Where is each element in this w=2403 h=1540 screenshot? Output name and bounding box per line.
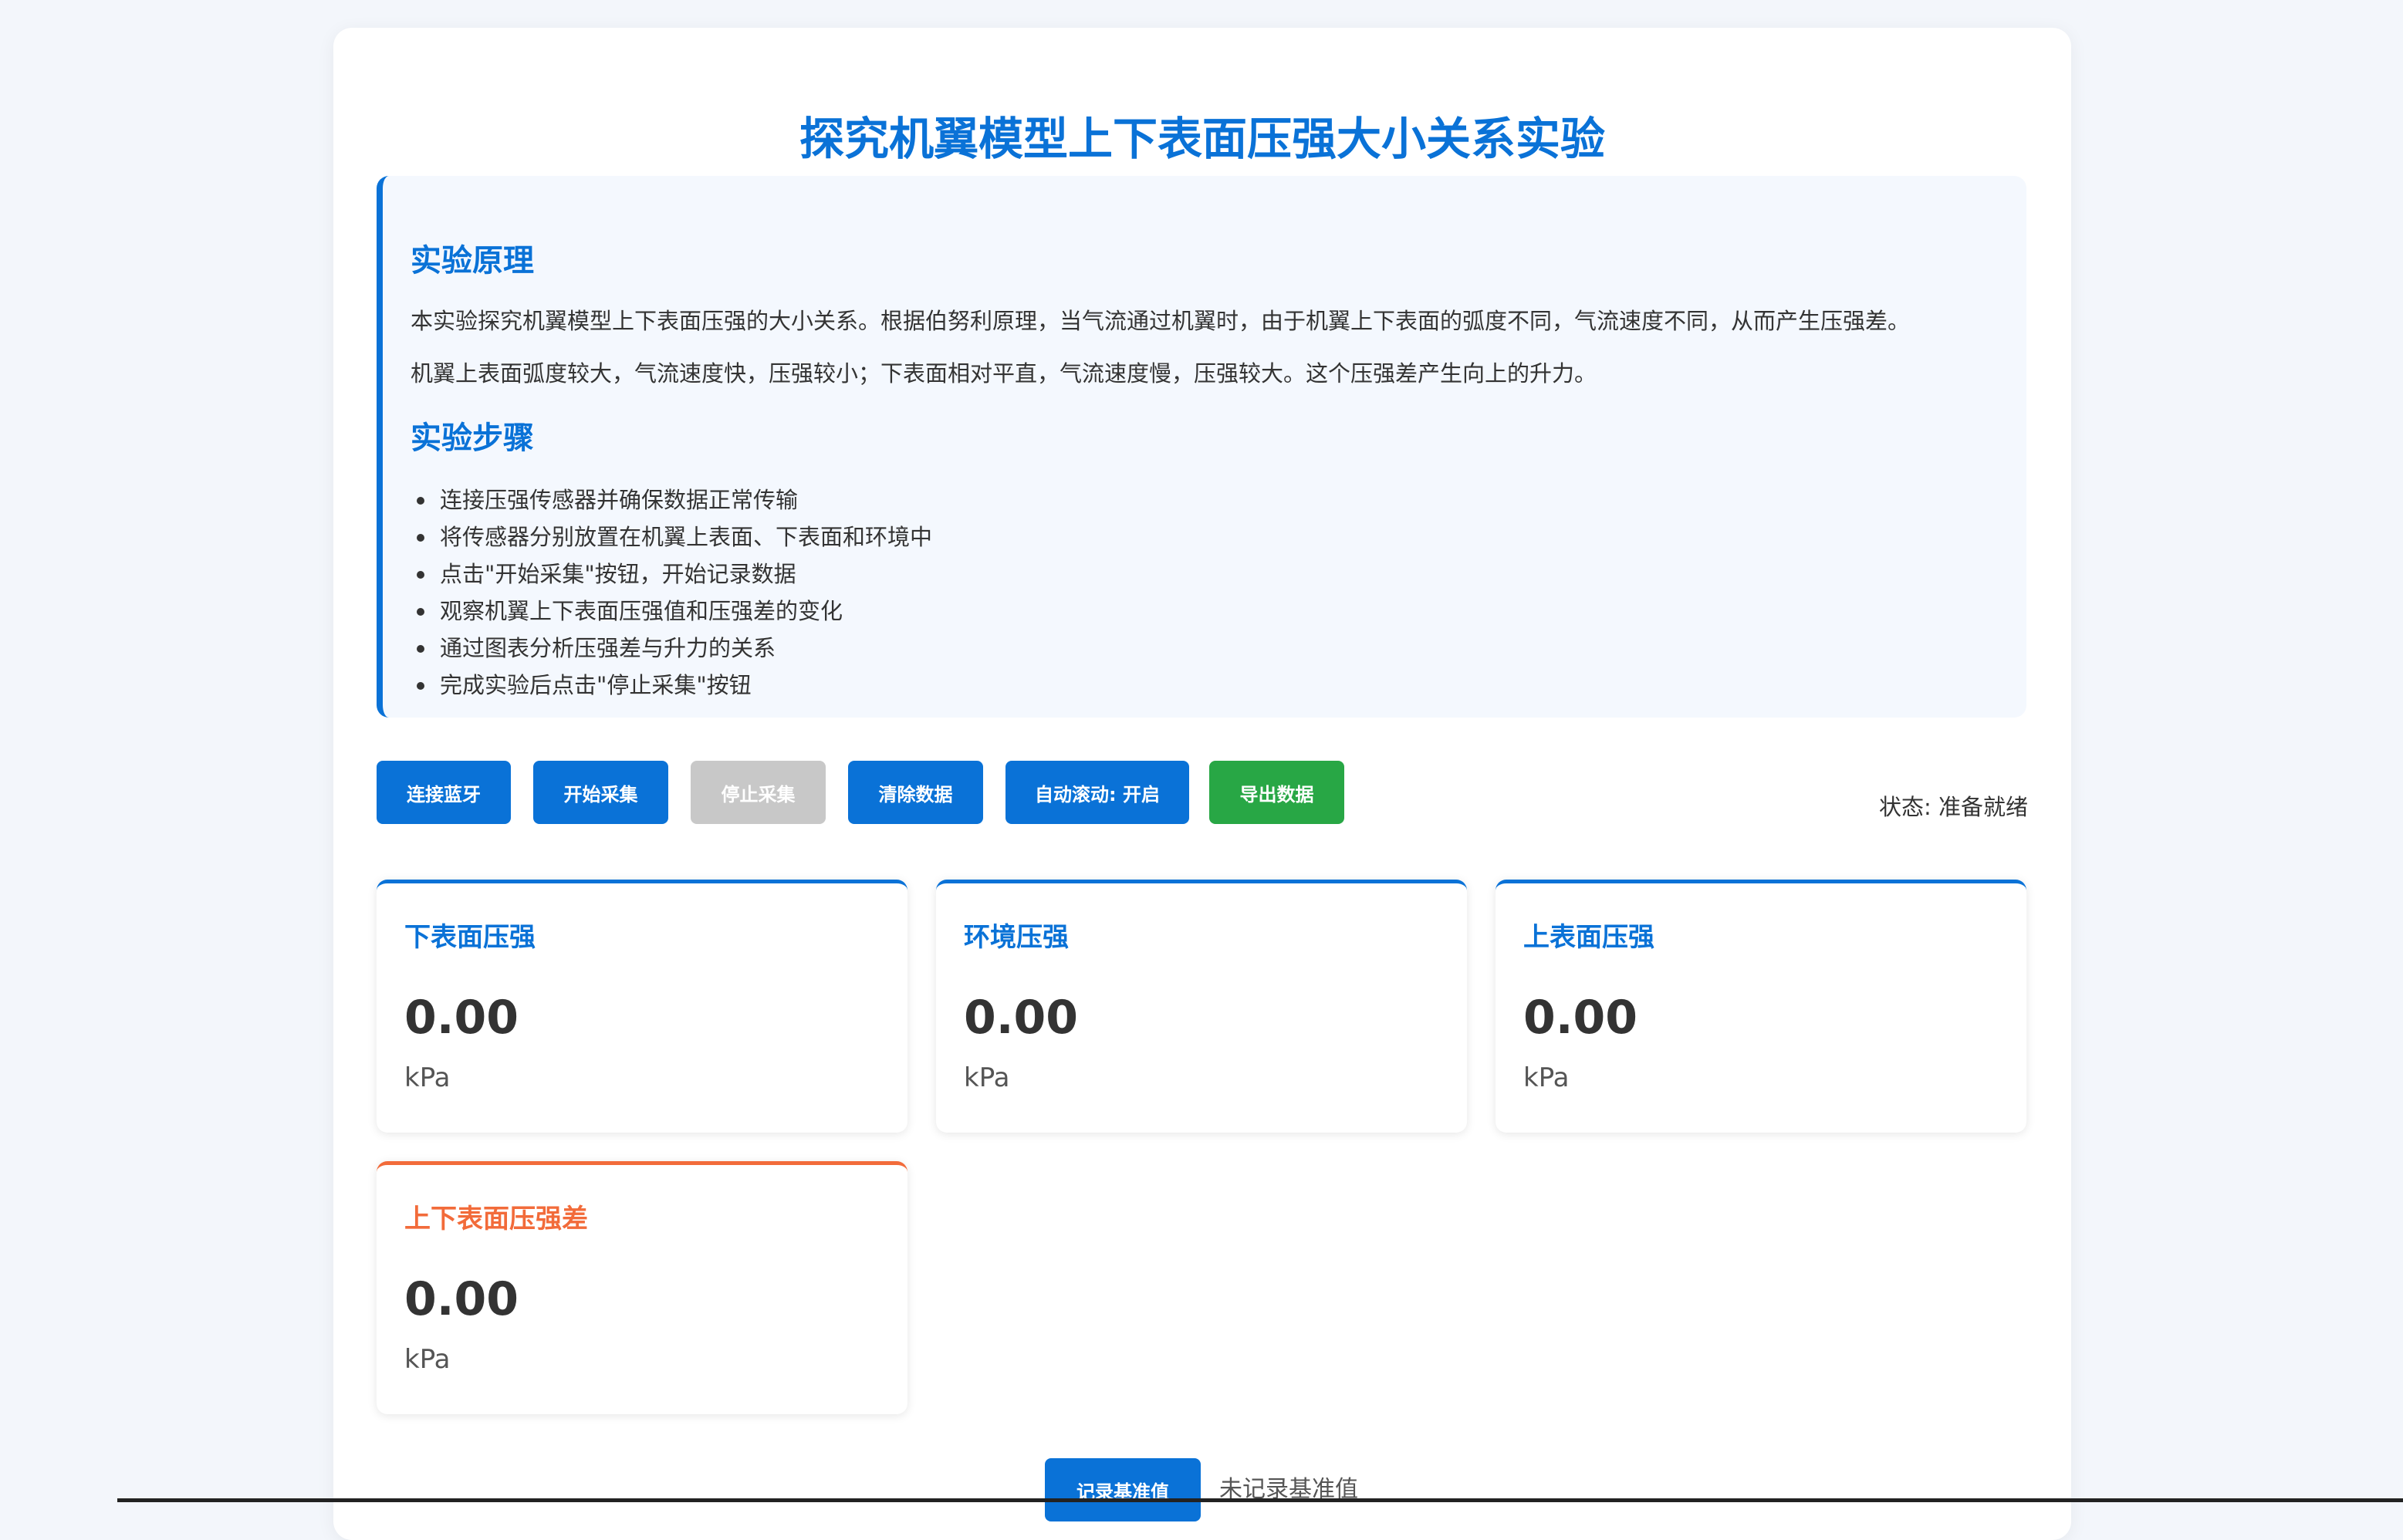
step-item: 观察机翼上下表面压强值和压强差的变化 [411,593,932,630]
baseline-row: 记录基准值 未记录基准值 [333,1458,2071,1521]
pressure-value: 0.00 [404,1272,519,1326]
step-item: 连接压强传感器并确保数据正常传输 [411,481,932,518]
auto-scroll-toggle[interactable]: 自动滚动: 开启 [1005,761,1189,824]
pressure-unit: kPa [964,1062,1010,1093]
pressure-value: 0.00 [1523,991,1638,1045]
card-title: 上表面压强 [1523,922,1654,953]
steps-list: 连接压强传感器并确保数据正常传输 将传感器分别放置在机翼上表面、下表面和环境中 … [411,481,932,704]
pressure-unit: kPa [404,1062,451,1093]
step-item: 将传感器分别放置在机翼上表面、下表面和环境中 [411,518,932,556]
ambient-pressure-card: 环境压强 0.00 kPa [936,880,1467,1133]
card-title: 下表面压强 [404,922,536,953]
export-data-button[interactable]: 导出数据 [1209,761,1344,824]
stop-collect-button[interactable]: 停止采集 [691,761,826,824]
card-title: 上下表面压强差 [404,1204,588,1234]
start-collect-button[interactable]: 开始采集 [533,761,668,824]
lower-surface-pressure-card: 下表面压强 0.00 kPa [377,880,907,1133]
principle-heading: 实验原理 [411,243,534,279]
pressure-difference-card: 上下表面压强差 0.00 kPa [377,1161,907,1414]
pressure-unit: kPa [404,1344,451,1375]
clear-data-button[interactable]: 清除数据 [848,761,983,824]
upper-surface-pressure-card: 上表面压强 0.00 kPa [1496,880,2026,1133]
pressure-value: 0.00 [964,991,1079,1045]
steps-heading: 实验步骤 [411,420,534,456]
principle-paragraph-2: 机翼上表面弧度较大，气流速度快，压强较小；下表面相对平直，气流速度慢，压强较大。… [411,360,1597,387]
principle-paragraph-1: 本实验探究机翼模型上下表面压强的大小关系。根据伯努利原理，当气流通过机翼时，由于… [411,308,1911,334]
record-baseline-button[interactable]: 记录基准值 [1045,1458,1201,1521]
main-container: 探究机翼模型上下表面压强大小关系实验 实验原理 本实验探究机翼模型上下表面压强的… [333,28,2071,1540]
experiment-info-panel: 实验原理 本实验探究机翼模型上下表面压强的大小关系。根据伯努利原理，当气流通过机… [377,176,2026,718]
page-title: 探究机翼模型上下表面压强大小关系实验 [799,113,1605,165]
step-item: 点击"开始采集"按钮，开始记录数据 [411,556,932,593]
card-title: 环境压强 [964,922,1069,953]
step-item: 完成实验后点击"停止采集"按钮 [411,667,932,704]
pressure-value: 0.00 [404,991,519,1045]
pressure-unit: kPa [1523,1062,1570,1093]
window-bottom-edge [117,1498,2403,1502]
connection-status: 状态: 准备就绪 [1879,794,2028,820]
connect-bluetooth-button[interactable]: 连接蓝牙 [377,761,511,824]
step-item: 通过图表分析压强差与升力的关系 [411,630,932,667]
